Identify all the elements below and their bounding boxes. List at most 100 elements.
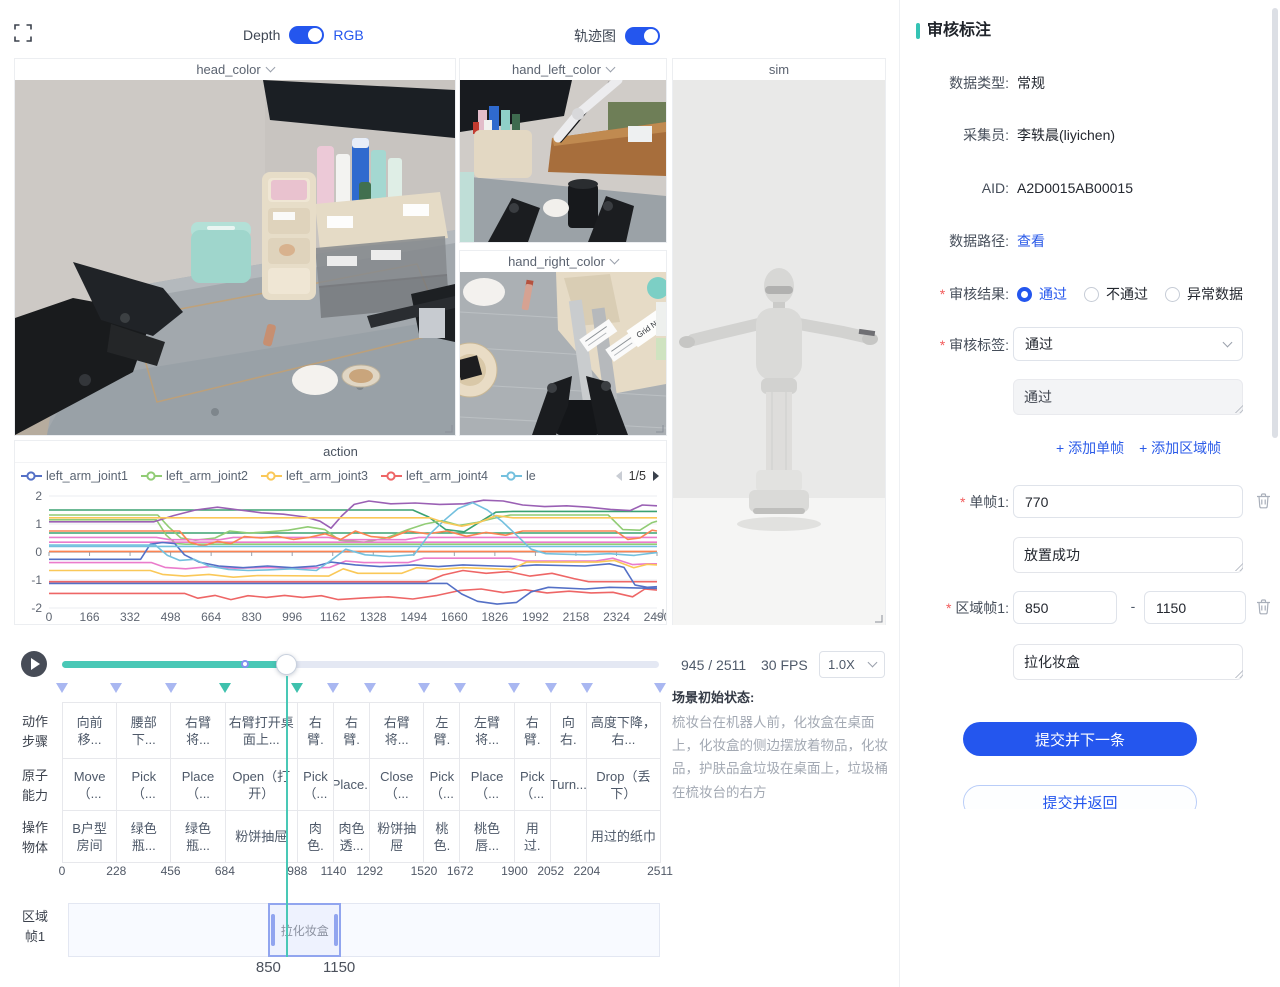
step-cell[interactable]: Place（... [171,759,225,810]
submit-return-button[interactable]: 提交并返回 [963,785,1197,809]
step-cell[interactable]: B户型房间 [63,811,117,862]
frame-axis-numbers: 0228456684988114012921520167219002052220… [62,864,660,880]
svg-text:2: 2 [35,489,42,503]
step-cell[interactable]: Pick（... [424,759,460,810]
hand-right-camera-title[interactable]: hand_right_color [460,251,666,272]
region-frame-number: 850 [256,959,281,976]
resize-handle[interactable] [874,614,883,623]
step-cell[interactable]: Drop（丢下） [587,759,660,810]
play-icon [30,658,40,670]
review-result-radio-group: 通过 不通过 异常数据 [1017,284,1243,304]
region-note-textarea[interactable]: 拉化妆盒 [1013,644,1243,680]
data-type-value: 常规 [1017,73,1045,93]
boundary-marker-icon[interactable] [110,683,122,693]
data-path-view-link[interactable]: 查看 [1017,231,1045,251]
boundary-marker-icon[interactable] [165,683,177,693]
region-frame-segment[interactable]: 拉化妆盒 [268,903,341,957]
radio-icon [1017,287,1032,302]
region-start-input[interactable] [1013,591,1117,624]
play-button[interactable] [21,651,47,677]
legend-item[interactable]: left_arm_joint1 [21,469,128,483]
step-cell[interactable]: 右臂将... [171,703,225,758]
boundary-marker-icon[interactable] [364,683,376,693]
pager-next-icon[interactable] [652,470,661,482]
boundary-marker-icon[interactable] [219,683,231,693]
depth-rgb-toggle[interactable] [289,26,324,44]
boundary-marker-icon[interactable] [545,683,557,693]
trajectory-toggle[interactable] [625,27,660,45]
step-cell[interactable]: 右臂. [334,703,370,758]
step-cell[interactable]: 用过. [515,811,551,862]
step-cell[interactable]: 右臂. [298,703,334,758]
step-cell[interactable]: Move（... [63,759,117,810]
step-cell[interactable]: Place.. [334,759,370,810]
region-end-input[interactable] [1144,591,1246,624]
resize-handle[interactable] [444,424,453,433]
chart-legend: left_arm_joint1 left_arm_joint2 left_arm_j… [15,463,666,488]
step-cell[interactable]: 左臂将... [460,703,514,758]
step-cell[interactable]: 用过的纸巾 [587,811,660,862]
region-frame-track[interactable]: 拉化妆盒 [68,903,660,957]
single-frame-note-textarea[interactable]: 放置成功 [1013,537,1243,573]
boundary-marker-icon[interactable] [654,683,666,693]
boundary-marker-icon[interactable] [418,683,430,693]
playback-slider-fill [62,661,287,668]
joint-trajectory-chart[interactable]: 210-1-2016633249866483099611621328149416… [15,488,666,625]
radio-fail[interactable]: 不通过 [1084,284,1148,304]
step-cell[interactable]: Turn... [551,759,587,810]
scrollbar-thumb[interactable] [1272,8,1278,438]
legend-item[interactable]: left_arm_joint4 [381,469,488,483]
boundary-marker-icon[interactable] [56,683,68,693]
single-frame-input[interactable] [1013,485,1243,518]
add-single-frame-link[interactable]: + 添加单帧 [1056,438,1124,458]
radio-abnormal[interactable]: 异常数据 [1165,284,1243,304]
boundary-marker-icon[interactable] [327,683,339,693]
add-region-frame-link[interactable]: + 添加区域帧 [1139,438,1221,458]
review-tag-select[interactable]: 通过 [1013,327,1243,361]
step-cell[interactable]: 向右. [551,703,587,758]
resize-handle[interactable] [655,424,664,433]
step-cell[interactable]: Pick（... [298,759,334,810]
boundary-marker-icon[interactable] [291,683,303,693]
step-cell[interactable]: Pick（... [117,759,171,810]
step-cell[interactable]: 左臂. [424,703,460,758]
radio-pass[interactable]: 通过 [1017,284,1067,304]
legend-item[interactable]: left_arm_joint3 [261,469,368,483]
step-cell[interactable]: Place（... [460,759,514,810]
hand-left-camera-title[interactable]: hand_left_color [460,59,666,80]
playback-slider-handle[interactable] [276,654,297,675]
frame-number: 1672 [447,864,474,878]
review-tag-note-textarea[interactable]: 通过 [1013,379,1243,415]
step-cell[interactable]: 高度下降，右... [587,703,660,758]
single-frame-marker-dot[interactable] [241,660,249,668]
playback-slider[interactable] [62,661,659,668]
step-cell[interactable]: Close（... [370,759,424,810]
submit-next-button[interactable]: 提交并下一条 [963,722,1197,756]
legend-item[interactable]: left_arm_joint2 [141,469,248,483]
step-cell[interactable]: 肉色透... [334,811,370,862]
delete-region-frame-button[interactable] [1256,599,1272,616]
speed-select[interactable]: 1.0X [819,651,885,678]
step-cell[interactable]: 右臂将... [370,703,424,758]
head-camera-title[interactable]: head_color [15,59,455,80]
boundary-marker-icon[interactable] [508,683,520,693]
boundary-marker-icon[interactable] [454,683,466,693]
step-cell[interactable]: Pick（... [515,759,551,810]
boundary-marker-icon[interactable] [581,683,593,693]
fullscreen-icon[interactable] [14,24,32,42]
step-cell[interactable]: 粉饼抽屉 [370,811,424,862]
step-cell[interactable]: 桃色. [424,811,460,862]
frame-number: 228 [106,864,126,878]
step-cell[interactable] [551,811,587,862]
step-cell[interactable]: 桃色唇... [460,811,514,862]
step-cell[interactable]: 腰部下... [117,703,171,758]
step-cell[interactable]: 右臂. [515,703,551,758]
pager-prev-icon[interactable] [614,470,623,482]
legend-item[interactable]: le [501,469,536,483]
delete-single-frame-button[interactable] [1256,493,1272,510]
resize-handle[interactable] [655,604,664,622]
step-cell[interactable]: 肉色. [298,811,334,862]
step-cell[interactable]: 绿色瓶... [171,811,225,862]
step-cell[interactable]: 向前移... [63,703,117,758]
step-cell[interactable]: 绿色瓶... [117,811,171,862]
